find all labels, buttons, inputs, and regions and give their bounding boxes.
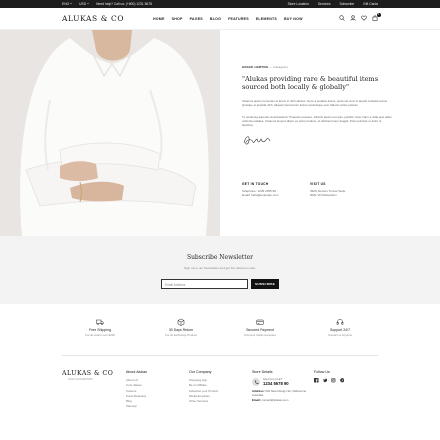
feature-title: 30 Days Return bbox=[168, 328, 194, 332]
nav-home[interactable]: HOME bbox=[153, 17, 165, 21]
footer-link[interactable]: Sitemap bbox=[126, 404, 147, 409]
card-icon bbox=[256, 319, 264, 325]
phone-icon bbox=[252, 378, 260, 386]
main-nav: HOME SHOP PAGES BLOG FEATURES ELEMENTS B… bbox=[153, 17, 303, 21]
pinterest-icon[interactable] bbox=[339, 378, 345, 383]
footer-company-title: Our Company bbox=[189, 370, 212, 374]
get-in-touch-title: GET IN TOUCH bbox=[242, 182, 269, 186]
footer: ALUKAS & CO GOLD & DIAMONDS About Alukas… bbox=[0, 366, 440, 440]
main-header: ALUKAS & CO HOME SHOP PAGES BLOG FEATURE… bbox=[0, 8, 440, 30]
nav-elements[interactable]: ELEMENTS bbox=[256, 17, 277, 21]
social-links bbox=[314, 378, 344, 383]
feature-title: Support 24/7 bbox=[329, 328, 351, 332]
instagram-icon[interactable] bbox=[331, 378, 336, 383]
address-line-2: 0021 VN Rotterdam bbox=[310, 193, 337, 197]
search-icon[interactable] bbox=[339, 14, 345, 21]
chevron-down-icon bbox=[87, 3, 90, 5]
visit-us: VISIT US 4920 Jimston Tunnel Suite 0021 … bbox=[310, 182, 352, 198]
help-text: Need help? Call us: (+800) 1231 5678 bbox=[96, 1, 152, 6]
feature-title: Secured Payment bbox=[246, 328, 274, 332]
hero-text-block: GRACE HARTON — Instagram "Alukas providi… bbox=[242, 65, 392, 152]
visit-us-title: VISIT US bbox=[310, 182, 326, 186]
help-block: Need Any Help? 1234 5678 90 bbox=[252, 378, 310, 386]
footer-divider bbox=[62, 355, 378, 356]
footer-logo[interactable]: ALUKAS & CO bbox=[62, 370, 113, 377]
nav-features[interactable]: FEATURES bbox=[228, 17, 249, 21]
feature-support: Support 24/7 Contact us Anytime bbox=[310, 318, 370, 337]
truck-icon bbox=[96, 319, 104, 326]
email-text[interactable]: contact@alukas.com bbox=[262, 398, 289, 402]
footer-follow: Follow Us bbox=[314, 370, 344, 383]
footer-follow-title: Follow Us bbox=[314, 370, 330, 374]
nav-blog[interactable]: BLOG bbox=[210, 17, 221, 21]
author-line: GRACE HARTON — Instagram bbox=[242, 65, 392, 69]
feature-sub: For all orders over $200 bbox=[85, 333, 115, 337]
get-in-touch: GET IN TOUCH Telephone: 1235 2355 98 Ema… bbox=[242, 182, 284, 198]
footer-about: About Alukas About Us Core Values Career… bbox=[126, 370, 147, 410]
feature-sub: Payment Cards Accepted bbox=[244, 333, 276, 337]
cart-button[interactable]: 0 bbox=[372, 12, 381, 21]
twitter-icon[interactable] bbox=[322, 378, 328, 383]
top-bar: ENG USD Need help? Call us: (+800) 1231 … bbox=[0, 0, 440, 8]
language-select[interactable]: ENG bbox=[62, 1, 73, 6]
footer-company: Our Company Shopping App Be an Affiliate… bbox=[189, 370, 218, 404]
feature-sub: For an Exchange Product bbox=[165, 333, 197, 337]
headset-icon bbox=[336, 318, 344, 325]
feature-returns: 30 Days Return For an Exchange Product bbox=[151, 318, 211, 337]
feature-free-shipping: Free Shipping For all orders over $200 bbox=[70, 318, 130, 337]
language-label: ENG bbox=[62, 1, 70, 6]
site-logo[interactable]: ALUKAS & CO bbox=[62, 14, 124, 23]
header-icons: 0 bbox=[339, 12, 381, 21]
footer-link[interactable]: Other Services bbox=[189, 399, 218, 404]
facebook-icon[interactable] bbox=[314, 378, 319, 383]
feature-sub: Contact us Anytime bbox=[327, 333, 353, 337]
footer-about-title: About Alukas bbox=[126, 370, 147, 374]
hero-quote: "Alukas providing rare & beautiful items… bbox=[242, 75, 379, 92]
author-role: Instagram bbox=[273, 65, 288, 69]
footer-tagline: GOLD & DIAMONDS bbox=[68, 378, 93, 381]
newsletter-title: Subscribe Newsletter bbox=[186, 254, 254, 261]
email-label: Email: bbox=[252, 397, 261, 402]
features-row: Free Shipping For all orders over $200 3… bbox=[62, 318, 378, 344]
gift-cards-link[interactable]: Gift Cards bbox=[363, 2, 378, 6]
author-name: GRACE HARTON bbox=[242, 65, 268, 69]
user-icon[interactable] bbox=[350, 14, 356, 21]
nav-buy-now[interactable]: BUY NOW bbox=[284, 17, 303, 21]
footer-store-title: Store Details bbox=[252, 370, 273, 374]
hero-paragraph-1: Vivamus auctor numeram et lorem in nibh … bbox=[242, 98, 388, 108]
hero-paragraph-2: Tu sentiorsg aspertes dosstrasda ib. Pra… bbox=[242, 114, 392, 128]
currency-select[interactable]: USD bbox=[79, 1, 90, 6]
newsletter-section: Subscribe Newsletter Sign up to our News… bbox=[0, 236, 440, 304]
newsletter-subtitle: Sign up to our Newsletter and get the di… bbox=[184, 266, 256, 270]
subscribe-link[interactable]: Subscribe bbox=[339, 2, 354, 6]
services-link[interactable]: Services bbox=[318, 2, 331, 6]
store-location-link[interactable]: Store Location bbox=[288, 2, 309, 6]
contact-info: GET IN TOUCH Telephone: 1235 2355 98 Ema… bbox=[242, 182, 352, 198]
nav-shop[interactable]: SHOP bbox=[172, 17, 183, 21]
email-input[interactable]: Email Address bbox=[161, 279, 248, 289]
help-phone[interactable]: 1234 5678 90 bbox=[263, 381, 289, 386]
chevron-down-icon bbox=[70, 3, 73, 5]
footer-store: Store Details Need Any Help? 1234 5678 9… bbox=[252, 370, 310, 402]
currency-label: USD bbox=[79, 1, 87, 6]
store-address: Address: 502 New Design Str, Melbourne, … bbox=[252, 389, 310, 398]
hero-image bbox=[0, 30, 220, 236]
feature-title: Free Shipping bbox=[89, 328, 111, 332]
store-email: Email: contact@alukas.com bbox=[252, 398, 310, 402]
cart-count-badge: 0 bbox=[376, 12, 381, 17]
subscribe-button[interactable]: SUBSCRIBE bbox=[251, 279, 279, 289]
nav-pages[interactable]: PAGES bbox=[190, 17, 203, 21]
email-line[interactable]: Email: hello@example.com bbox=[242, 193, 284, 198]
box-return-icon bbox=[177, 318, 185, 326]
heart-icon[interactable] bbox=[361, 15, 367, 21]
signature bbox=[243, 136, 271, 145]
feature-payment: Secured Payment Payment Cards Accepted bbox=[230, 318, 290, 337]
